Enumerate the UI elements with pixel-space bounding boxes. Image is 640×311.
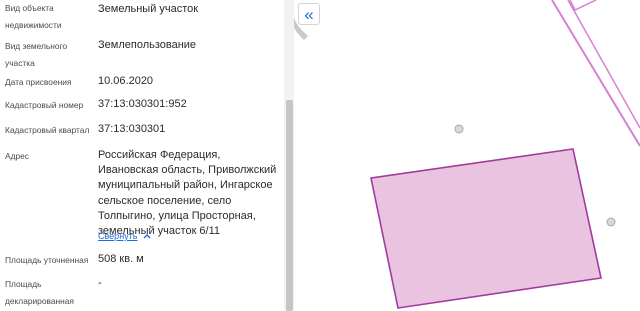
land-use-label: Вид земельного участка <box>5 41 68 68</box>
land-use-value: Землепользование <box>98 39 197 51</box>
row-area-declared: Площадь декларированная - <box>0 276 284 311</box>
row-object-type: Вид объекта недвижимости Земельный участ… <box>0 0 284 38</box>
object-type-value: Земельный участок <box>98 3 199 15</box>
row-land-use: Вид земельного участка Землепользование <box>0 38 284 74</box>
area-specified-value: 508 кв. м <box>98 253 144 265</box>
row-cadastral-quarter: Кадастровый квартал 37:13:030301 <box>0 122 284 144</box>
chevron-up-icon <box>143 234 151 239</box>
assign-date-value: 10.06.2020 <box>98 75 154 87</box>
address-value: Российская Федерация, Ивановская область… <box>98 149 277 238</box>
cadastral-number-value: 37:13:030301:952 <box>98 98 187 110</box>
info-panel: Вид объекта недвижимости Земельный участ… <box>0 0 284 311</box>
row-address: Адрес Российская Федерация, Ивановская о… <box>0 148 284 237</box>
collapse-panel-button[interactable]: « <box>298 3 320 25</box>
map-point-marker[interactable] <box>454 124 464 134</box>
scrollbar-thumb[interactable] <box>286 100 293 311</box>
collapse-address-link[interactable]: Свернуть <box>98 231 151 241</box>
land-parcel-polygon[interactable] <box>370 148 602 309</box>
map-canvas[interactable] <box>294 0 640 311</box>
row-assign-date: Дата присвоения 10.06.2020 <box>0 74 284 96</box>
assign-date-label: Дата присвоения <box>5 77 72 87</box>
row-cadastral-number: Кадастровый номер 37:13:030301:952 <box>0 97 284 119</box>
address-label: Адрес <box>5 151 29 161</box>
area-specified-label: Площадь уточненная <box>5 255 89 265</box>
area-declared-label: Площадь декларированная <box>5 279 74 306</box>
collapse-address-label: Свернуть <box>98 231 138 241</box>
row-area-specified: Площадь уточненная 508 кв. м <box>0 252 284 274</box>
area-declared-value: - <box>98 277 102 289</box>
neighbor-parcel-outline <box>551 0 640 147</box>
map-view[interactable] <box>294 0 640 311</box>
double-chevron-left-icon: « <box>304 4 314 24</box>
map-point-marker[interactable] <box>606 217 616 227</box>
cadastral-quarter-label: Кадастровый квартал <box>5 125 90 135</box>
object-type-label: Вид объекта недвижимости <box>5 3 62 30</box>
cadastral-quarter-value: 37:13:030301 <box>98 123 166 135</box>
cadastral-number-label: Кадастровый номер <box>5 100 84 110</box>
